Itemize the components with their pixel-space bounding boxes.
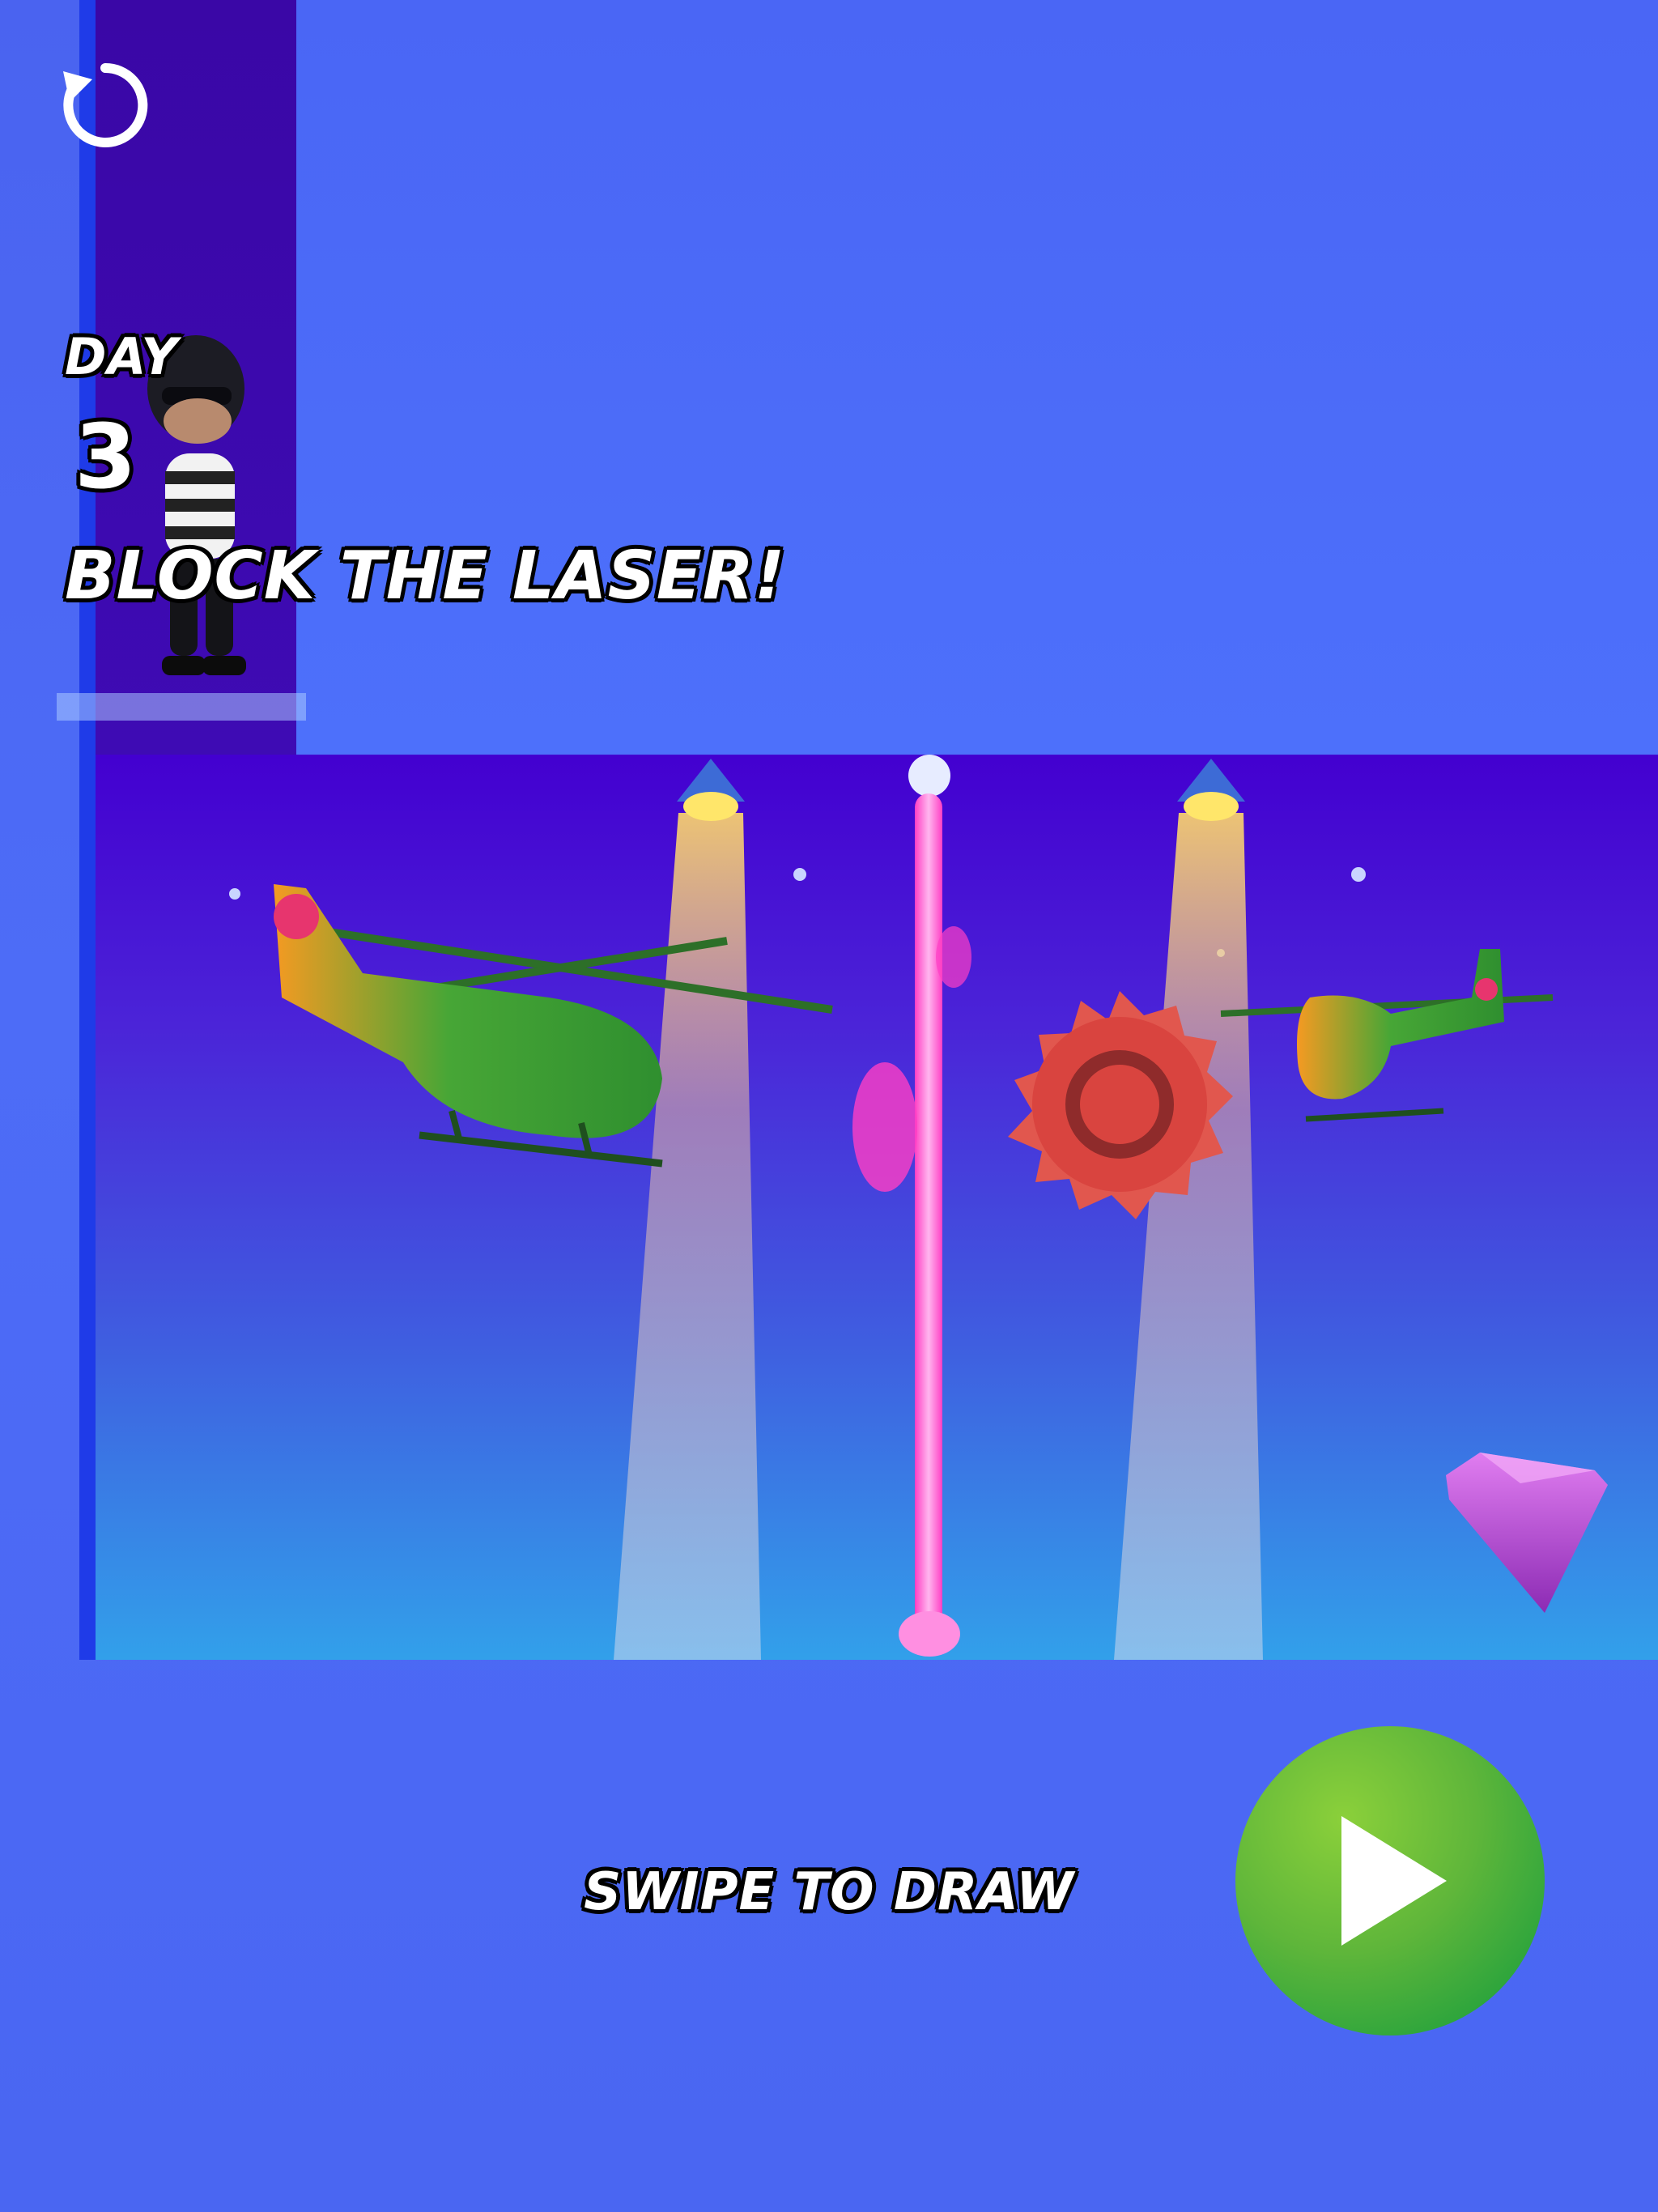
spotlight-left [614, 759, 761, 1660]
restart-button[interactable] [57, 57, 154, 154]
day-label: DAY [65, 327, 179, 386]
left-wall-edge [79, 0, 96, 1660]
upper-wall-panel [296, 0, 1658, 755]
thief-ledge [57, 693, 306, 721]
scene-layer [229, 755, 1608, 1660]
restart-icon [63, 62, 148, 147]
gem-icon [1446, 1453, 1608, 1613]
play-area[interactable] [96, 755, 1658, 1660]
helicopter-right [1220, 949, 1554, 1122]
laser-beam [852, 755, 971, 1657]
day-number: 3 [74, 405, 138, 508]
play-button[interactable] [1235, 1726, 1545, 2035]
play-icon [1341, 1816, 1447, 1946]
objective-text: BLOCK THE LASER! [65, 538, 786, 615]
